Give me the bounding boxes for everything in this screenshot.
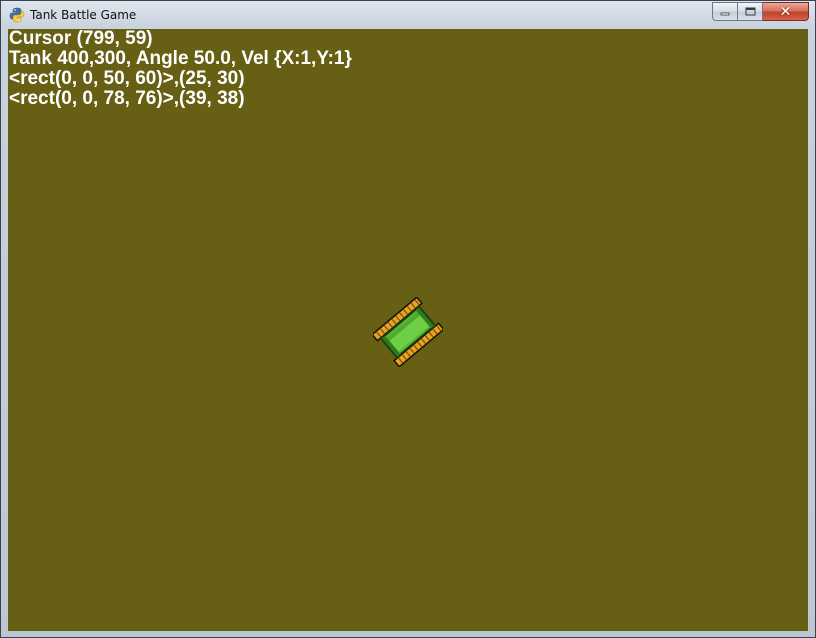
- rect-readout-1: <rect(0, 0, 50, 60)>,(25, 30): [9, 68, 245, 89]
- close-button[interactable]: ✕: [763, 2, 809, 21]
- window-title: Tank Battle Game: [30, 8, 137, 22]
- title-bar[interactable]: Tank Battle Game ✕: [1, 1, 815, 29]
- minimize-icon: [720, 12, 730, 15]
- game-window: Tank Battle Game ✕ Cursor (799, 59) Tank…: [0, 0, 816, 638]
- python-icon: [9, 7, 25, 23]
- minimize-button[interactable]: [712, 2, 738, 21]
- player-tank[interactable]: [373, 297, 443, 367]
- game-canvas[interactable]: Cursor (799, 59) Tank 400,300, Angle 50.…: [8, 29, 808, 631]
- cursor-readout: Cursor (799, 59): [9, 29, 153, 49]
- close-icon: ✕: [779, 3, 792, 20]
- debug-hud: Cursor (799, 59) Tank 400,300, Angle 50.…: [9, 29, 352, 109]
- maximize-button[interactable]: [738, 2, 763, 21]
- tank-readout: Tank 400,300, Angle 50.0, Vel {X:1,Y:1}: [9, 48, 352, 69]
- rect-readout-2: <rect(0, 0, 78, 76)>,(39, 38): [9, 88, 245, 109]
- maximize-icon: [745, 7, 755, 16]
- caption-buttons: ✕: [712, 2, 809, 21]
